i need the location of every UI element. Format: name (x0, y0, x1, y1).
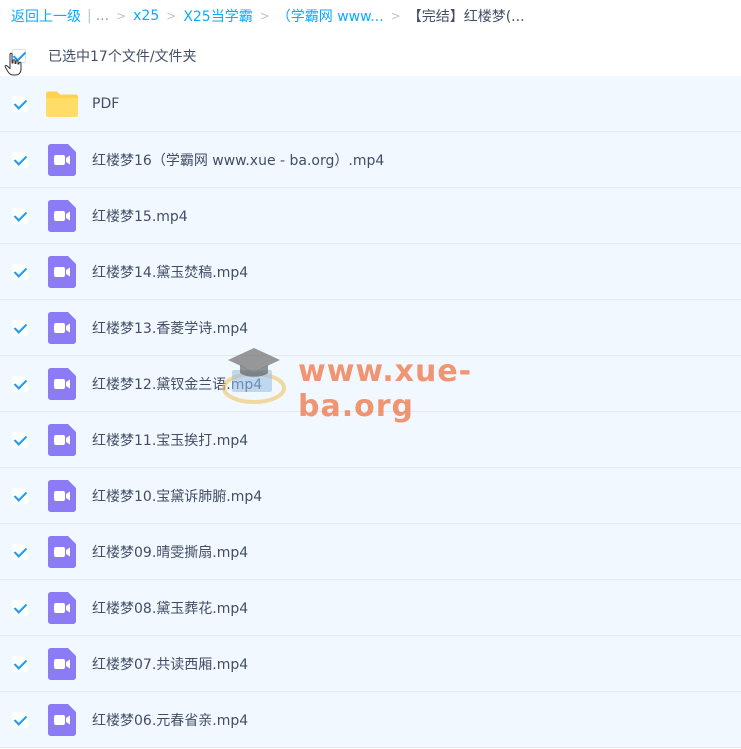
row-checkbox[interactable] (12, 207, 28, 224)
selection-count-label: 已选中17个文件/文件夹 (48, 49, 197, 65)
video-file-icon (44, 534, 80, 570)
row-checkbox[interactable] (12, 319, 28, 336)
file-name[interactable]: 红楼梦16（学霸网 www.xue - ba.org）.mp4 (92, 150, 384, 170)
video-file-icon (44, 198, 80, 234)
file-name[interactable]: 红楼梦13.香菱学诗.mp4 (92, 318, 248, 338)
list-item[interactable]: 红楼梦16（学霸网 www.xue - ba.org）.mp4 (0, 132, 741, 188)
list-item[interactable]: 红楼梦14.黛玉焚稿.mp4 (0, 244, 741, 300)
file-name[interactable]: 红楼梦12.黛钗金兰语.mp4 (92, 374, 262, 394)
file-name[interactable]: 红楼梦07.共读西厢.mp4 (92, 654, 248, 674)
row-checkbox[interactable] (12, 655, 28, 672)
row-checkbox[interactable] (12, 431, 28, 448)
video-file-icon (44, 254, 80, 290)
breadcrumb-current: 【完结】红楼梦(... (407, 9, 525, 25)
video-file-icon (44, 310, 80, 346)
file-list: PDF 红楼梦16（学霸网 www.xue - ba.org）.mp4 红楼梦1… (0, 76, 741, 748)
list-item[interactable]: 红楼梦06.元春省亲.mp4 (0, 692, 741, 748)
list-item[interactable]: 红楼梦13.香菱学诗.mp4 (0, 300, 741, 356)
video-file-icon (44, 590, 80, 626)
file-name[interactable]: 红楼梦11.宝玉挨打.mp4 (92, 430, 248, 450)
video-file-icon (44, 702, 80, 738)
breadcrumb-item-x25[interactable]: x25 (133, 8, 159, 24)
list-item[interactable]: 红楼梦11.宝玉挨打.mp4 (0, 412, 741, 468)
row-checkbox[interactable] (12, 263, 28, 280)
video-file-icon (44, 646, 80, 682)
back-link[interactable]: 返回上一级 (11, 6, 81, 26)
list-item[interactable]: 红楼梦07.共读西厢.mp4 (0, 636, 741, 692)
row-checkbox[interactable] (12, 375, 28, 392)
list-item[interactable]: 红楼梦08.黛玉葬花.mp4 (0, 580, 741, 636)
video-file-icon (44, 142, 80, 178)
breadcrumb-item-x25-dangxueba[interactable]: X25当学霸 (183, 6, 252, 26)
row-checkbox[interactable] (12, 151, 28, 168)
list-item[interactable]: PDF (0, 76, 741, 132)
list-item[interactable]: 红楼梦10.宝黛诉肺腑.mp4 (0, 468, 741, 524)
file-name[interactable]: 红楼梦08.黛玉葬花.mp4 (92, 598, 248, 618)
video-file-icon (44, 422, 80, 458)
breadcrumb: 返回上一级 | ... > x25 > X25当学霸 > （学霸网 www...… (0, 0, 741, 32)
file-name[interactable]: 红楼梦15.mp4 (92, 206, 188, 226)
file-name[interactable]: PDF (92, 96, 119, 112)
list-item[interactable]: 红楼梦15.mp4 (0, 188, 741, 244)
row-checkbox[interactable] (12, 487, 28, 504)
folder-icon (44, 86, 80, 122)
chevron-right-icon: > (116, 9, 127, 23)
row-checkbox[interactable] (12, 711, 28, 728)
selection-bar: 已选中17个文件/文件夹 (0, 38, 741, 74)
list-item[interactable]: 红楼梦09.晴雯撕扇.mp4 (0, 524, 741, 580)
video-file-icon (44, 366, 80, 402)
breadcrumb-ellipsis[interactable]: ... (96, 8, 109, 24)
file-name[interactable]: 红楼梦10.宝黛诉肺腑.mp4 (92, 486, 262, 506)
file-name[interactable]: 红楼梦09.晴雯撕扇.mp4 (92, 542, 248, 562)
chevron-right-icon: > (390, 9, 401, 23)
row-checkbox[interactable] (12, 95, 28, 112)
breadcrumb-item-xueba[interactable]: （学霸网 www... (277, 6, 384, 26)
file-name[interactable]: 红楼梦06.元春省亲.mp4 (92, 710, 248, 730)
file-name[interactable]: 红楼梦14.黛玉焚稿.mp4 (92, 262, 248, 282)
list-item[interactable]: 红楼梦12.黛钗金兰语.mp4 (0, 356, 741, 412)
chevron-right-icon: > (166, 9, 177, 23)
video-file-icon (44, 478, 80, 514)
row-checkbox[interactable] (12, 599, 28, 616)
divider: | (87, 8, 92, 24)
chevron-right-icon: > (259, 9, 270, 23)
select-all-checkbox[interactable] (12, 49, 26, 63)
row-checkbox[interactable] (12, 543, 28, 560)
